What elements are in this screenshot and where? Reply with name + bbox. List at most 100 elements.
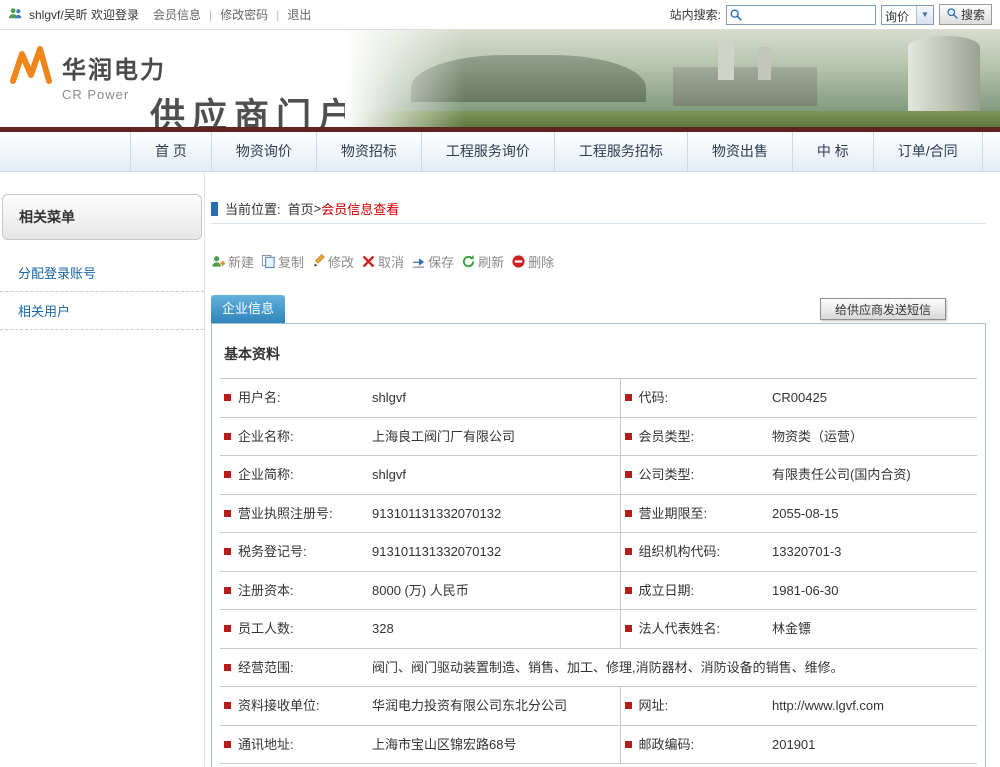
section-title: 基本资料 (220, 336, 977, 378)
search-button[interactable]: 搜索 (939, 4, 992, 25)
field-label: 营业期限至: (620, 494, 768, 533)
main-nav: 首 页物资询价物资招标工程服务询价工程服务招标物资出售中 标订单/合同 (0, 132, 1000, 172)
breadcrumb-trail: 首页 > 会员信息查看 (288, 199, 400, 218)
field-label: 邮政编码: (620, 725, 768, 764)
field-label: 代码: (620, 379, 768, 418)
nav-item-1[interactable]: 物资询价 (212, 132, 317, 171)
cancel-icon (361, 254, 376, 269)
breadcrumb-separator: > (314, 201, 322, 216)
site-search (726, 5, 876, 25)
banner-chimney-shape (718, 42, 734, 81)
search-category-value: 询价 (882, 6, 916, 24)
toolbar-edit-button[interactable]: 修改 (311, 252, 354, 271)
sidebar-links: 分配登录账号相关用户 (0, 254, 204, 330)
field-label: 法人代表姓名: (620, 610, 768, 649)
field-value: 328 (368, 610, 620, 649)
toolbar: 新建复制修改取消 保存 刷新 删除 (211, 252, 986, 271)
bullet-icon (625, 625, 632, 632)
bullet-icon (224, 587, 231, 594)
field-label: 企业名称: (220, 417, 368, 456)
nav-item-0[interactable]: 首 页 (130, 132, 212, 171)
bullet-icon (625, 394, 632, 401)
nav-item-5[interactable]: 物资出售 (688, 132, 793, 171)
search-button-label: 搜索 (961, 6, 985, 23)
bullet-icon (224, 433, 231, 440)
company-info-panel: 基本资料 用户名:shlgvf代码:CR00425企业名称:上海良工阀门厂有限公… (211, 323, 986, 767)
refresh-icon (461, 254, 476, 269)
nav-item-3[interactable]: 工程服务询价 (422, 132, 555, 171)
topbar-links: 会员信息 | 修改密码 | 退出 (145, 6, 319, 23)
field-value: 13320701-3 (768, 533, 977, 572)
save-icon (411, 254, 426, 269)
sidebar-item-1[interactable]: 相关用户 (0, 292, 204, 330)
field-label: 组织机构代码: (620, 533, 768, 572)
field-label: 员工人数: (220, 610, 368, 649)
field-value: 阀门、阀门驱动装置制造、销售、加工、修理,消防器材、消防设备的销售、维修。 (368, 648, 977, 687)
breadcrumb-current: 会员信息查看 (321, 199, 399, 218)
field-label: 成立日期: (620, 571, 768, 610)
field-row: 资料接收单位:华润电力投资有限公司东北分公司网址:http://www.lgvf… (220, 687, 977, 726)
bullet-icon (625, 471, 632, 478)
toolbar-refresh-button[interactable]: 刷新 (461, 252, 504, 271)
field-value: 林金镖 (768, 610, 977, 649)
field-label: 网址: (620, 687, 768, 726)
field-value: 913101131332070132 (368, 494, 620, 533)
field-value: 8000 (万) 人民币 (368, 571, 620, 610)
field-value: 物资类（运营） (768, 417, 977, 456)
site-search-input[interactable] (726, 5, 876, 25)
search-icon (729, 8, 743, 22)
toolbar-save-button[interactable]: 保存 (411, 252, 454, 271)
member-info-link[interactable]: 会员信息 (145, 6, 209, 23)
nav-item-7[interactable]: 订单/合同 (874, 132, 983, 171)
search-icon (946, 7, 959, 23)
field-value: 上海市宝山区锦宏路68号 (368, 725, 620, 764)
field-value: 上海良工阀门厂有限公司 (368, 417, 620, 456)
field-row: 经营范围:阀门、阀门驱动装置制造、销售、加工、修理,消防器材、消防设备的销售、维… (220, 648, 977, 687)
field-value: shlgvf (368, 379, 620, 418)
logout-link[interactable]: 退出 (279, 6, 319, 23)
delete-icon (511, 254, 526, 269)
send-sms-button[interactable]: 给供应商发送短信 (820, 298, 946, 320)
bullet-icon (625, 702, 632, 709)
toolbar-delete-button[interactable]: 删除 (511, 252, 554, 271)
field-value: shlgvf (368, 456, 620, 495)
toolbar-new-button[interactable]: 新建 (211, 252, 254, 271)
bullet-icon (224, 510, 231, 517)
toolbar-button-label: 刷新 (478, 252, 504, 271)
toolbar-cancel-button[interactable]: 取消 (361, 252, 404, 271)
sidebar-item-0[interactable]: 分配登录账号 (0, 254, 204, 292)
field-label: 注册资本: (220, 571, 368, 610)
field-value: 1981-06-30 (768, 571, 977, 610)
breadcrumb-marker-icon (211, 202, 218, 216)
tab-row: 企业信息 给供应商发送短信 (211, 287, 986, 323)
page: shlgvf/吴昕 欢迎登录 会员信息 | 修改密码 | 退出 站内搜索: 询价… (0, 0, 1000, 767)
field-label: 资料接收单位: (220, 687, 368, 726)
field-row: 营业执照注册号:913101131332070132营业期限至:2055-08-… (220, 494, 977, 533)
change-password-link[interactable]: 修改密码 (212, 6, 276, 23)
logo-name-cn: 华润电力 (62, 50, 166, 85)
bullet-icon (625, 510, 632, 517)
search-category-select[interactable]: 询价 ▼ (881, 5, 934, 25)
field-row: 注册资本:8000 (万) 人民币成立日期:1981-06-30 (220, 571, 977, 610)
sidebar: 相关菜单 分配登录账号相关用户 (0, 172, 205, 766)
tab-company-info[interactable]: 企业信息 (211, 295, 285, 323)
nav-item-2[interactable]: 物资招标 (317, 132, 422, 171)
nav-item-4[interactable]: 工程服务招标 (555, 132, 688, 171)
field-row: 用户名:shlgvf代码:CR00425 (220, 379, 977, 418)
user-icon (8, 6, 23, 24)
toolbar-button-label: 删除 (528, 252, 554, 271)
nav-item-6[interactable]: 中 标 (793, 132, 874, 171)
field-row: 税务登记号:913101131332070132组织机构代码:13320701-… (220, 533, 977, 572)
main-content: 当前位置: 首页 > 会员信息查看 新建复制修改取消保存刷新删除 企业信息 给供… (205, 172, 1000, 766)
field-value: 主要用户: 中石化、中石油、国电、华能、核电、军工产品类型: 闸阀、截止阀、止回… (368, 764, 977, 767)
breadcrumb-home-link[interactable]: 首页 (288, 199, 314, 218)
basic-info-table: 用户名:shlgvf代码:CR00425企业名称:上海良工阀门厂有限公司会员类型… (220, 378, 977, 767)
bullet-icon (625, 433, 632, 440)
bullet-icon (224, 741, 231, 748)
toolbar-copy-button[interactable]: 复制 (261, 252, 304, 271)
chevron-down-icon[interactable]: ▼ (916, 6, 933, 24)
toolbar-button-label: 保存 (428, 252, 454, 271)
header: 华润电力 CR Power 供应商门户 (0, 30, 1000, 127)
field-row: 企业名称:上海良工阀门厂有限公司会员类型:物资类（运营） (220, 417, 977, 456)
bullet-icon (224, 664, 231, 671)
